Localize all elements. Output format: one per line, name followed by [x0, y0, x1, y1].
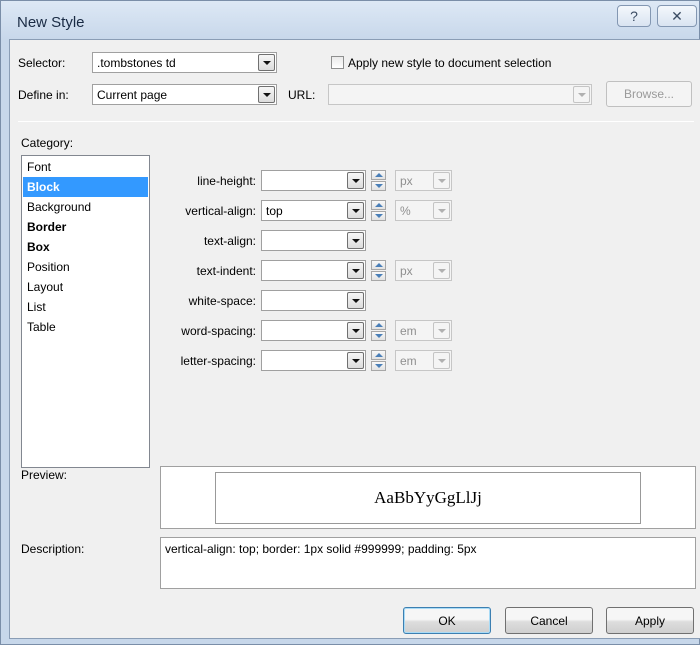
- chevron-down-icon[interactable]: [347, 322, 364, 339]
- browse-button: Browse...: [606, 81, 692, 107]
- preview-box: AaBbYyGgLlJj: [160, 466, 696, 529]
- url-label: URL:: [288, 88, 316, 102]
- chevron-down-icon[interactable]: [258, 54, 275, 71]
- chevron-down-icon[interactable]: [347, 172, 364, 189]
- line-height-combo[interactable]: [261, 170, 366, 191]
- category-item-layout[interactable]: Layout: [23, 277, 148, 297]
- spin-up-icon[interactable]: [371, 170, 386, 180]
- text-indent-label: text-indent:: [196, 264, 256, 278]
- help-button[interactable]: ?: [617, 5, 651, 27]
- word-spacing-unit-value: em: [400, 324, 417, 338]
- category-item-position[interactable]: Position: [23, 257, 148, 277]
- category-list[interactable]: Font Block Background Border Box Positio…: [21, 155, 150, 468]
- letter-spacing-label: letter-spacing:: [180, 354, 256, 368]
- cancel-button[interactable]: Cancel: [505, 607, 593, 634]
- preview-sample: AaBbYyGgLlJj: [215, 472, 641, 524]
- spin-down-icon[interactable]: [371, 181, 386, 191]
- line-height-label: line-height:: [197, 174, 256, 188]
- selector-value: .tombstones td: [97, 56, 176, 70]
- chevron-down-icon[interactable]: [347, 292, 364, 309]
- url-combo: [328, 84, 592, 105]
- letter-spacing-unit-value: em: [400, 354, 417, 368]
- chevron-down-icon[interactable]: [347, 202, 364, 219]
- description-label: Description:: [21, 542, 85, 556]
- vertical-align-label: vertical-align:: [185, 204, 256, 218]
- spin-up-icon[interactable]: [371, 320, 386, 330]
- line-height-spinner[interactable]: [371, 170, 386, 191]
- spin-down-icon[interactable]: [371, 331, 386, 341]
- chevron-down-icon[interactable]: [347, 262, 364, 279]
- category-item-font[interactable]: Font: [23, 157, 148, 177]
- spin-down-icon[interactable]: [371, 361, 386, 371]
- letter-spacing-combo[interactable]: [261, 350, 366, 371]
- line-height-unit: px: [395, 170, 452, 191]
- white-space-combo[interactable]: [261, 290, 366, 311]
- selector-combo[interactable]: .tombstones td: [92, 52, 277, 73]
- chevron-down-icon[interactable]: [347, 352, 364, 369]
- close-icon: ✕: [671, 7, 683, 24]
- spin-up-icon[interactable]: [371, 350, 386, 360]
- word-spacing-combo[interactable]: [261, 320, 366, 341]
- text-indent-unit: px: [395, 260, 452, 281]
- description-box: vertical-align: top; border: 1px solid #…: [160, 537, 696, 589]
- preview-label: Preview:: [21, 468, 68, 482]
- define-in-label: Define in:: [18, 88, 69, 102]
- chevron-down-icon: [433, 262, 450, 279]
- text-indent-unit-value: px: [400, 264, 413, 278]
- dialog-title: New Style: [17, 14, 85, 31]
- category-item-box[interactable]: Box: [23, 237, 148, 257]
- category-item-background[interactable]: Background: [23, 197, 148, 217]
- category-item-table[interactable]: Table: [23, 317, 148, 337]
- vertical-align-value: top: [266, 204, 283, 218]
- help-icon: ?: [630, 8, 638, 24]
- chevron-down-icon: [573, 86, 590, 103]
- spin-up-icon[interactable]: [371, 200, 386, 210]
- text-indent-spinner[interactable]: [371, 260, 386, 281]
- apply-button[interactable]: Apply: [606, 607, 694, 634]
- vertical-align-unit: %: [395, 200, 452, 221]
- chevron-down-icon[interactable]: [347, 232, 364, 249]
- spin-up-icon[interactable]: [371, 260, 386, 270]
- chevron-down-icon: [433, 202, 450, 219]
- word-spacing-spinner[interactable]: [371, 320, 386, 341]
- category-item-block[interactable]: Block: [23, 177, 148, 197]
- close-button[interactable]: ✕: [657, 5, 697, 27]
- category-item-border[interactable]: Border: [23, 217, 148, 237]
- word-spacing-label: word-spacing:: [181, 324, 256, 338]
- ok-button[interactable]: OK: [403, 607, 491, 634]
- dialog-window: New Style ? ✕ Selector: .tombstones td A…: [0, 0, 700, 645]
- text-align-label: text-align:: [203, 234, 256, 248]
- letter-spacing-unit: em: [395, 350, 452, 371]
- line-height-unit-value: px: [400, 174, 413, 188]
- text-indent-combo[interactable]: [261, 260, 366, 281]
- category-label: Category:: [21, 136, 74, 150]
- spin-down-icon[interactable]: [371, 271, 386, 281]
- define-in-value: Current page: [97, 88, 168, 102]
- text-align-combo[interactable]: [261, 230, 366, 251]
- letter-spacing-spinner[interactable]: [371, 350, 386, 371]
- apply-selection-label: Apply new style to document selection: [348, 56, 552, 70]
- category-item-list[interactable]: List: [23, 297, 148, 317]
- divider: [18, 121, 694, 122]
- word-spacing-unit: em: [395, 320, 452, 341]
- chevron-down-icon: [433, 172, 450, 189]
- selector-label: Selector:: [18, 56, 66, 70]
- apply-selection-checkbox[interactable]: [331, 56, 344, 69]
- spin-down-icon[interactable]: [371, 211, 386, 221]
- define-in-combo[interactable]: Current page: [92, 84, 277, 105]
- vertical-align-spinner[interactable]: [371, 200, 386, 221]
- vertical-align-combo[interactable]: top: [261, 200, 366, 221]
- chevron-down-icon[interactable]: [258, 86, 275, 103]
- chevron-down-icon: [433, 322, 450, 339]
- chevron-down-icon: [433, 352, 450, 369]
- vertical-align-unit-value: %: [400, 204, 411, 218]
- dialog-body: Selector: .tombstones td Apply new style…: [9, 39, 700, 639]
- white-space-label: white-space:: [188, 294, 256, 308]
